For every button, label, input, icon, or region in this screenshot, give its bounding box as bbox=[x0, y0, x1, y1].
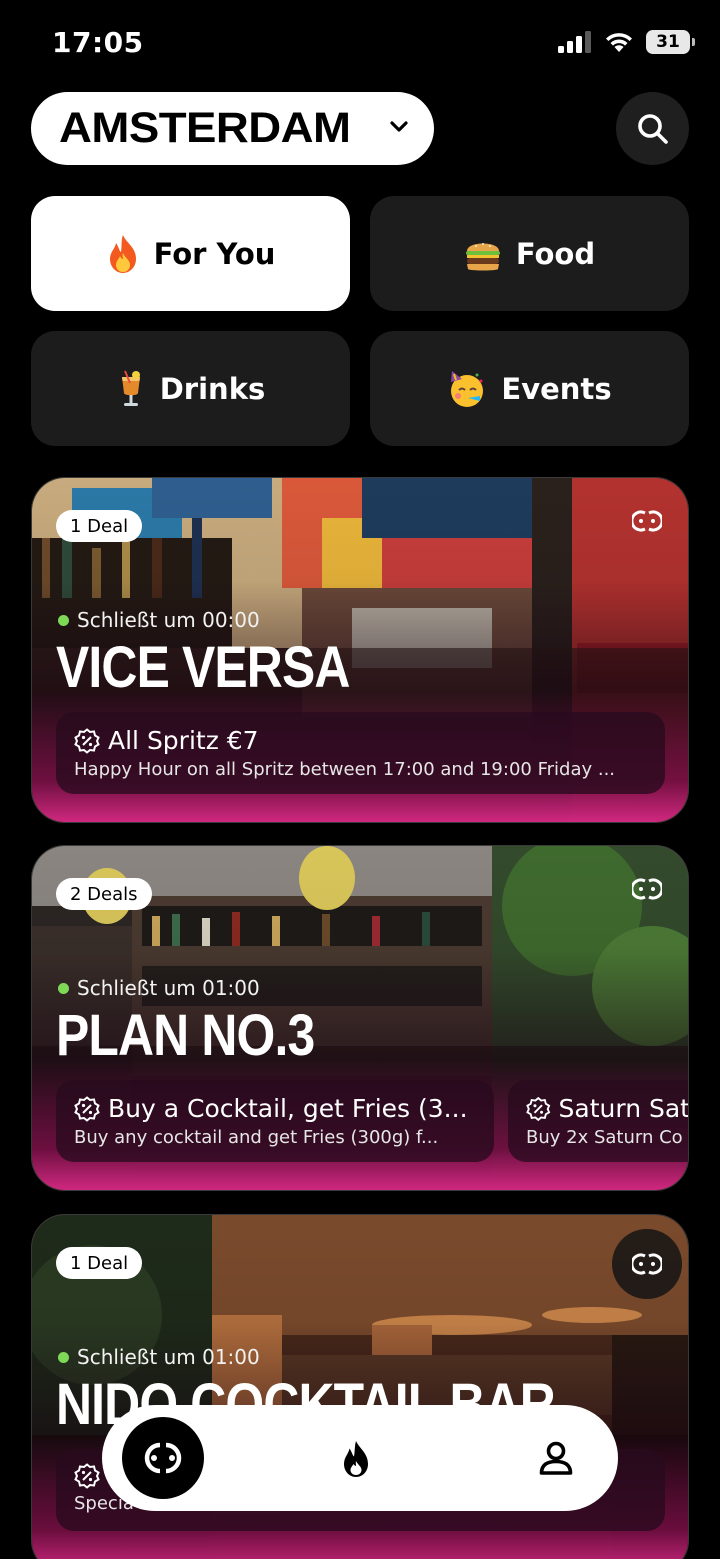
nav-profile-button[interactable] bbox=[538, 1440, 574, 1480]
nav-for-you-button[interactable] bbox=[340, 1440, 372, 1482]
deal-item[interactable]: Buy a Cocktail, get Fries (3... Buy any … bbox=[56, 1080, 494, 1162]
brand-logo-button bbox=[612, 1229, 682, 1299]
category-events[interactable]: Events bbox=[370, 331, 689, 446]
category-label: For You bbox=[153, 236, 276, 271]
burger-icon bbox=[464, 236, 502, 272]
search-button[interactable] bbox=[616, 92, 689, 165]
signal-icon bbox=[558, 31, 591, 53]
category-for-you[interactable]: For You bbox=[31, 196, 350, 311]
profile-icon bbox=[539, 1441, 573, 1475]
category-label: Drinks bbox=[159, 371, 266, 406]
bottom-nav bbox=[102, 1405, 618, 1511]
open-status-text: Schließt um 00:00 bbox=[77, 608, 260, 632]
category-food[interactable]: Food bbox=[370, 196, 689, 311]
party-face-icon bbox=[447, 369, 487, 409]
discount-icon bbox=[74, 727, 100, 754]
deal-title: All Spritz €7 bbox=[108, 726, 259, 755]
fire-icon bbox=[344, 1441, 368, 1477]
open-indicator-dot bbox=[58, 614, 69, 626]
deal-count-badge: 1 Deal bbox=[56, 510, 143, 542]
discount-icon bbox=[74, 1463, 100, 1489]
search-icon bbox=[637, 113, 668, 144]
deal-description: Buy any cocktail and get Fries (300g) f.… bbox=[74, 1127, 439, 1148]
deal-count-badge: 2 Deals bbox=[56, 878, 152, 910]
deal-description: Buy 2x Saturn Co bbox=[526, 1127, 683, 1148]
venue-card[interactable]: 2 Deals Schließt um 01:00 PLAN NO.3 Buy … bbox=[31, 845, 689, 1191]
open-status-text: Schließt um 01:00 bbox=[77, 976, 260, 1000]
deal-item[interactable]: All Spritz €7 Happy Hour on all Spritz b… bbox=[56, 712, 665, 794]
city-selector[interactable]: AMSTERDAM bbox=[31, 92, 434, 165]
fire-icon bbox=[106, 234, 140, 274]
chevron-down-icon bbox=[390, 121, 408, 132]
open-indicator-dot bbox=[58, 1351, 69, 1363]
battery-indicator: 31 bbox=[646, 30, 695, 54]
deal-title: Buy a Cocktail, get Fries (3... bbox=[108, 1094, 468, 1123]
status-bar: 17:05 31 bbox=[0, 0, 720, 88]
deal-count-badge: 1 Deal bbox=[56, 1247, 143, 1279]
venue-name: PLAN NO.3 bbox=[56, 1003, 315, 1068]
brand-logo-icon bbox=[632, 510, 662, 532]
home-logo-icon bbox=[144, 1442, 182, 1474]
category-drinks[interactable]: Drinks bbox=[31, 331, 350, 446]
open-status: Schließt um 01:00 bbox=[58, 1345, 260, 1369]
nav-home-button[interactable] bbox=[122, 1417, 204, 1499]
deal-title: Saturn Sat bbox=[558, 1094, 689, 1123]
deal-title-row: All Spritz €7 bbox=[74, 726, 647, 755]
open-status-text: Schließt um 01:00 bbox=[77, 1345, 260, 1369]
brand-logo-icon bbox=[632, 1253, 662, 1275]
category-label: Events bbox=[501, 371, 612, 406]
category-label: Food bbox=[515, 236, 596, 271]
wifi-icon bbox=[606, 33, 632, 52]
discount-icon bbox=[526, 1096, 551, 1121]
city-name: AMSTERDAM bbox=[59, 104, 351, 152]
deal-title-row: Buy a Cocktail, get Fries (3... bbox=[74, 1094, 476, 1123]
brand-logo-icon bbox=[632, 878, 662, 900]
status-icons: 31 bbox=[558, 30, 695, 54]
open-indicator-dot bbox=[58, 982, 69, 994]
deal-title-row: Saturn Sat bbox=[526, 1094, 689, 1123]
deal-item[interactable]: Saturn Sat Buy 2x Saturn Co bbox=[508, 1080, 689, 1162]
open-status: Schließt um 01:00 bbox=[58, 976, 260, 1000]
open-status: Schließt um 00:00 bbox=[58, 608, 260, 632]
deal-description: Happy Hour on all Spritz between 17:00 a… bbox=[74, 759, 616, 780]
cocktail-icon bbox=[116, 369, 146, 409]
venue-card[interactable]: 1 Deal Schließt um 00:00 VICE VERSA All … bbox=[31, 477, 689, 823]
venue-name: VICE VERSA bbox=[56, 635, 350, 700]
discount-icon bbox=[74, 1095, 100, 1122]
status-time: 17:05 bbox=[52, 26, 144, 59]
